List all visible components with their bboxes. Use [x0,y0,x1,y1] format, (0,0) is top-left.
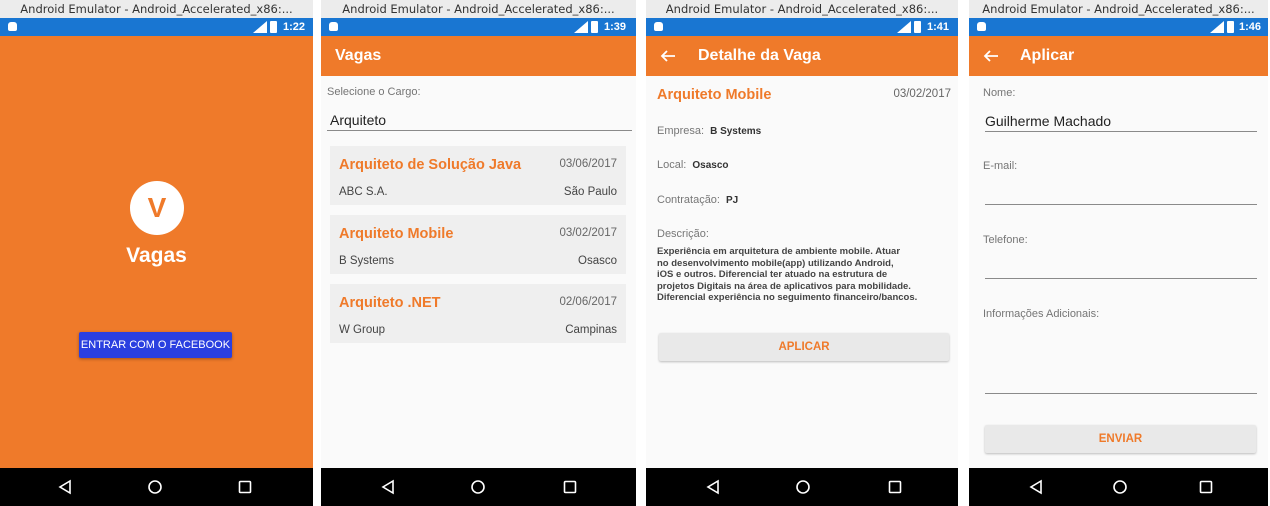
battery-icon [591,21,598,33]
job-date: 02/06/2017 [559,296,617,308]
screen-job-detail: Android Emulator - Android_Accelerated_x… [646,0,958,506]
cargo-label: Selecione o Cargo: [327,86,421,98]
name-field-underline [985,131,1257,132]
job-card[interactable]: Arquiteto Mobile 03/02/2017 B Systems Os… [330,215,626,274]
contract-row: Contratação: PJ [657,194,739,206]
nav-recent-icon[interactable] [562,479,578,495]
apply-form: Nome: Guilherme Machado E-mail: Telefone… [969,76,1268,468]
clock: 1:22 [283,21,306,33]
email-label: E-mail: [983,160,1018,172]
job-company: ABC S.A. [339,186,388,198]
job-location: Campinas [565,324,617,336]
nav-back-icon[interactable] [1028,479,1044,495]
notification-icon [8,22,17,31]
page-title: Vagas [335,47,382,64]
battery-icon [914,21,921,33]
window-title: Android Emulator - Android_Accelerated_x… [321,0,636,18]
location-row: Local: Osasco [657,159,729,171]
nav-home-icon[interactable] [795,479,811,495]
page-title: Detalhe da Vaga [698,47,821,64]
signal-icon [1210,21,1224,33]
job-title: Arquiteto .NET [339,295,441,311]
company-row: Empresa: B Systems [657,125,762,137]
nav-back-icon[interactable] [57,479,73,495]
job-detail-content: Arquiteto Mobile 03/02/2017 Empresa: B Sy… [646,76,958,468]
cargo-select[interactable]: Arquiteto [330,112,386,128]
name-field[interactable]: Guilherme Machado [985,113,1111,129]
nav-recent-icon[interactable] [1198,479,1214,495]
clock: 1:39 [604,21,627,33]
status-bar: 1:39 [321,18,636,36]
app-bar: Detalhe da Vaga [646,36,958,76]
facebook-login-button[interactable]: ENTRAR COM O FACEBOOK [79,332,232,358]
notification-icon [977,22,986,31]
job-date: 03/06/2017 [559,158,617,170]
job-company: B Systems [339,255,394,267]
clock: 1:46 [1239,21,1262,33]
cargo-select-underline [327,130,632,131]
info-field-underline [985,393,1257,394]
signal-icon [253,21,267,33]
screen-job-list: Android Emulator - Android_Accelerated_x… [321,0,636,506]
job-list-content: Selecione o Cargo: Arquiteto Arquiteto d… [321,76,636,468]
job-title: Arquiteto Mobile [339,226,454,242]
job-company: W Group [339,324,386,336]
window-title: Android Emulator - Android_Accelerated_x… [646,0,958,18]
location-value: Osasco [692,160,729,171]
battery-icon [270,21,277,33]
email-field-underline [985,204,1257,205]
nav-bar [646,468,958,506]
nav-back-icon[interactable] [380,479,396,495]
nav-bar [0,468,313,506]
app-logo: V [130,181,184,235]
page-title: Aplicar [1020,47,1075,64]
job-card[interactable]: Arquiteto de Solução Java 03/06/2017 ABC… [330,146,626,205]
signal-icon [897,21,911,33]
phone-field-underline [985,278,1257,279]
splash-background: V Vagas ENTRAR COM O FACEBOOK [0,36,313,468]
screen-apply: Android Emulator - Android_Accelerated_x… [969,0,1268,506]
status-bar: 1:41 [646,18,958,36]
nav-bar [969,468,1268,506]
phone-label: Telefone: [983,234,1028,246]
battery-icon [1227,21,1234,33]
job-title: Arquiteto de Solução Java [339,157,522,173]
notification-icon [654,22,663,31]
description-label: Descrição: [657,228,709,240]
info-label: Informações Adicionais: [983,308,1100,320]
nav-home-icon[interactable] [470,479,486,495]
nav-home-icon[interactable] [147,479,163,495]
job-location: Osasco [578,255,617,267]
window-title: Android Emulator - Android_Accelerated_x… [0,0,313,18]
job-date: 03/02/2017 [893,88,951,100]
app-name: Vagas [126,244,187,267]
job-date: 03/02/2017 [559,227,617,239]
status-bar: 1:22 [0,18,313,36]
window-title: Android Emulator - Android_Accelerated_x… [969,0,1268,18]
arrow-left-icon[interactable] [660,48,676,64]
nav-recent-icon[interactable] [887,479,903,495]
job-location: São Paulo [563,186,617,198]
nav-recent-icon[interactable] [237,479,253,495]
job-title: Arquiteto Mobile [657,87,772,103]
description-text: Experiência em arquitetura de ambiente m… [657,246,918,303]
app-bar: Vagas [321,36,636,76]
contract-value: PJ [725,195,739,206]
nav-home-icon[interactable] [1112,479,1128,495]
send-button[interactable]: ENVIAR [985,425,1256,453]
screen-splash: Android Emulator - Android_Accelerated_x… [0,0,313,506]
app-bar: Aplicar [969,36,1268,76]
nav-bar [321,468,636,506]
status-bar: 1:46 [969,18,1268,36]
notification-icon [329,22,338,31]
signal-icon [574,21,588,33]
job-card[interactable]: Arquiteto .NET 02/06/2017 W Group Campin… [330,284,626,343]
company-value: B Systems [710,126,762,137]
nav-back-icon[interactable] [705,479,721,495]
name-label: Nome: [983,87,1016,99]
apply-button[interactable]: APLICAR [659,333,949,361]
clock: 1:41 [927,21,950,33]
arrow-left-icon[interactable] [983,48,999,64]
